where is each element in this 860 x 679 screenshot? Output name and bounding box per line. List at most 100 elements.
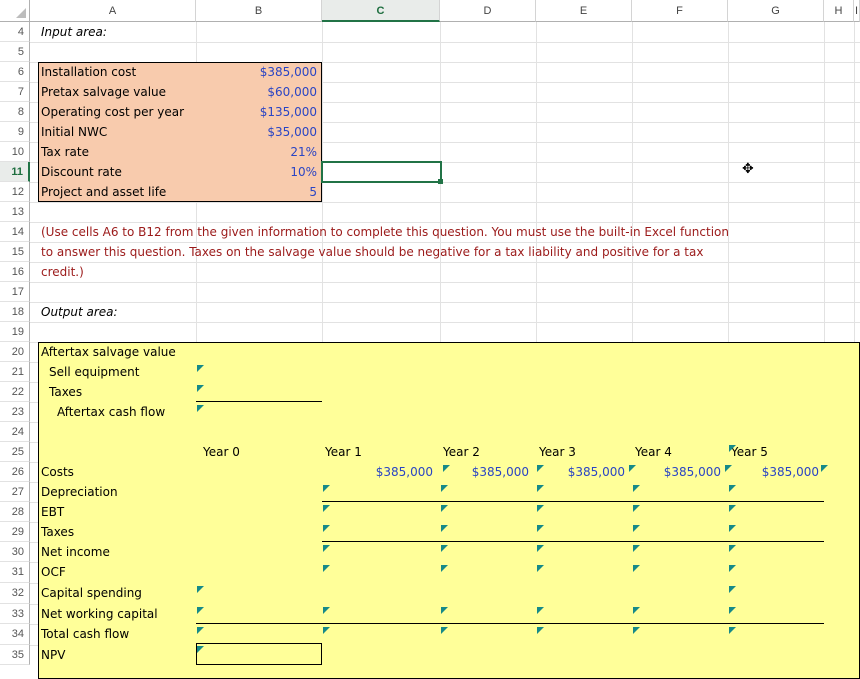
comment-marker-icon xyxy=(441,565,448,572)
output-row-label: Total cash flow xyxy=(41,627,130,641)
row-header-33[interactable]: 33 xyxy=(0,604,30,624)
row-header-6[interactable]: 6 xyxy=(0,62,30,82)
gridline-horizontal xyxy=(30,202,860,203)
row-header-31[interactable]: 31 xyxy=(0,562,30,583)
row-header-14[interactable]: 14 xyxy=(0,222,30,242)
input-value-cell[interactable]: $35,000 xyxy=(196,122,320,142)
comment-marker-icon xyxy=(323,505,330,512)
output-row-label: Costs xyxy=(41,465,74,479)
row-header-5[interactable]: 5 xyxy=(0,42,30,62)
year-header: Year 1 xyxy=(325,445,362,459)
row-header-34[interactable]: 34 xyxy=(0,624,30,645)
output-area-title: Output area: xyxy=(41,305,118,319)
column-header-c[interactable]: C xyxy=(322,0,440,22)
row-header-18[interactable]: 18 xyxy=(0,302,30,322)
comment-marker-icon xyxy=(537,627,544,634)
row-header-30[interactable]: 30 xyxy=(0,542,30,562)
input-value-cell[interactable]: 5 xyxy=(196,182,320,202)
row-header-27[interactable]: 27 xyxy=(0,482,30,502)
comment-marker-icon xyxy=(537,545,544,552)
salvage-row-label: Sell equipment xyxy=(49,365,140,379)
comment-marker-icon xyxy=(197,365,204,372)
comment-marker-icon xyxy=(441,627,448,634)
cell-grid[interactable]: Input area: Output area: Installation co… xyxy=(30,22,860,679)
cost-year3[interactable]: $385,000 xyxy=(536,462,628,482)
spreadsheet[interactable]: ABCDEFGHI 4 5 6 7 8 9 10 11 12 13 14 15 16 17 18 19 20 21… xyxy=(0,0,860,679)
row-header-4[interactable]: 4 xyxy=(0,22,30,42)
output-row-label: EBT xyxy=(41,505,65,519)
row-header-8[interactable]: 8 xyxy=(0,102,30,122)
row-header-21[interactable]: 21 xyxy=(0,362,30,382)
year-header: Year 0 xyxy=(203,445,240,459)
salvage-underline xyxy=(196,401,322,402)
input-value-cell[interactable]: $135,000 xyxy=(196,102,320,122)
column-header-g[interactable]: G xyxy=(728,0,824,22)
row-header-22[interactable]: 22 xyxy=(0,382,30,402)
input-label: Installation cost xyxy=(41,65,137,79)
cross-cursor-icon: ✥ xyxy=(742,160,754,176)
column-header-b[interactable]: B xyxy=(196,0,322,22)
comment-marker-icon xyxy=(725,465,732,472)
npv-output-cell[interactable] xyxy=(196,643,322,665)
comment-marker-icon xyxy=(537,525,544,532)
cost-year5[interactable]: $385,000 xyxy=(728,462,822,482)
salvage-title: Aftertax salvage value xyxy=(41,345,176,359)
comment-marker-icon xyxy=(323,525,330,532)
row-header-23[interactable]: 23 xyxy=(0,402,30,422)
input-label: Tax rate xyxy=(41,145,89,159)
row-header-28[interactable]: 28 xyxy=(0,502,30,522)
comment-marker-icon xyxy=(633,545,640,552)
row-header-29[interactable]: 29 xyxy=(0,522,30,542)
row-header-12[interactable]: 12 xyxy=(0,182,30,202)
instruction-line: (Use cells A6 to B12 from the given info… xyxy=(41,225,729,239)
input-value-cell[interactable]: $60,000 xyxy=(196,82,320,102)
select-all-corner[interactable] xyxy=(0,0,30,22)
column-header-h[interactable]: H xyxy=(824,0,854,22)
comment-marker-icon xyxy=(197,627,204,634)
column-header-e[interactable]: E xyxy=(536,0,632,22)
input-label: Initial NWC xyxy=(41,125,108,139)
row-header-11[interactable]: 11 xyxy=(0,162,30,182)
row-header-19[interactable]: 19 xyxy=(0,322,30,342)
cost-year1[interactable]: $385,000 xyxy=(322,462,436,482)
row-header-15[interactable]: 15 xyxy=(0,242,30,262)
input-label: Discount rate xyxy=(41,165,122,179)
comment-marker-icon xyxy=(197,385,204,392)
row-header-26[interactable]: 26 xyxy=(0,462,30,482)
row-header-35[interactable]: 35 xyxy=(0,645,30,665)
comment-marker-icon xyxy=(441,525,448,532)
comment-marker-icon xyxy=(821,465,828,472)
comment-marker-icon xyxy=(197,405,204,412)
fill-handle[interactable] xyxy=(438,179,443,184)
row-header-10[interactable]: 10 xyxy=(0,142,30,162)
column-header-f[interactable]: F xyxy=(632,0,728,22)
row-header-25[interactable]: 25 xyxy=(0,442,30,462)
comment-marker-icon xyxy=(197,646,204,653)
year-header: Year 2 xyxy=(443,445,480,459)
input-label: Pretax salvage value xyxy=(41,85,167,99)
row-header-7[interactable]: 7 xyxy=(0,82,30,102)
comment-marker-icon xyxy=(729,607,736,614)
cost-year4[interactable]: $385,000 xyxy=(632,462,724,482)
row-header-32[interactable]: 32 xyxy=(0,583,30,604)
column-header-i[interactable]: I xyxy=(854,0,860,22)
input-value-cell[interactable]: 10% xyxy=(196,162,320,182)
row-header-17[interactable]: 17 xyxy=(0,282,30,302)
cost-year2[interactable]: $385,000 xyxy=(440,462,532,482)
row-header-16[interactable]: 16 xyxy=(0,262,30,282)
comment-marker-icon xyxy=(633,525,640,532)
comment-marker-icon xyxy=(197,586,204,593)
row-header-13[interactable]: 13 xyxy=(0,202,30,222)
comment-marker-icon xyxy=(729,485,736,492)
input-value-cell[interactable]: $385,000 xyxy=(196,62,320,82)
output-row-label: Depreciation xyxy=(41,485,118,499)
row-header-24[interactable]: 24 xyxy=(0,422,30,442)
column-header-a[interactable]: A xyxy=(30,0,196,22)
row-header-20[interactable]: 20 xyxy=(0,342,30,362)
column-header-d[interactable]: D xyxy=(440,0,536,22)
comment-marker-icon xyxy=(441,545,448,552)
input-value-cell[interactable]: 21% xyxy=(196,142,320,162)
row-header-9[interactable]: 9 xyxy=(0,122,30,142)
active-cell-c11[interactable] xyxy=(321,161,442,183)
comment-marker-icon xyxy=(633,565,640,572)
